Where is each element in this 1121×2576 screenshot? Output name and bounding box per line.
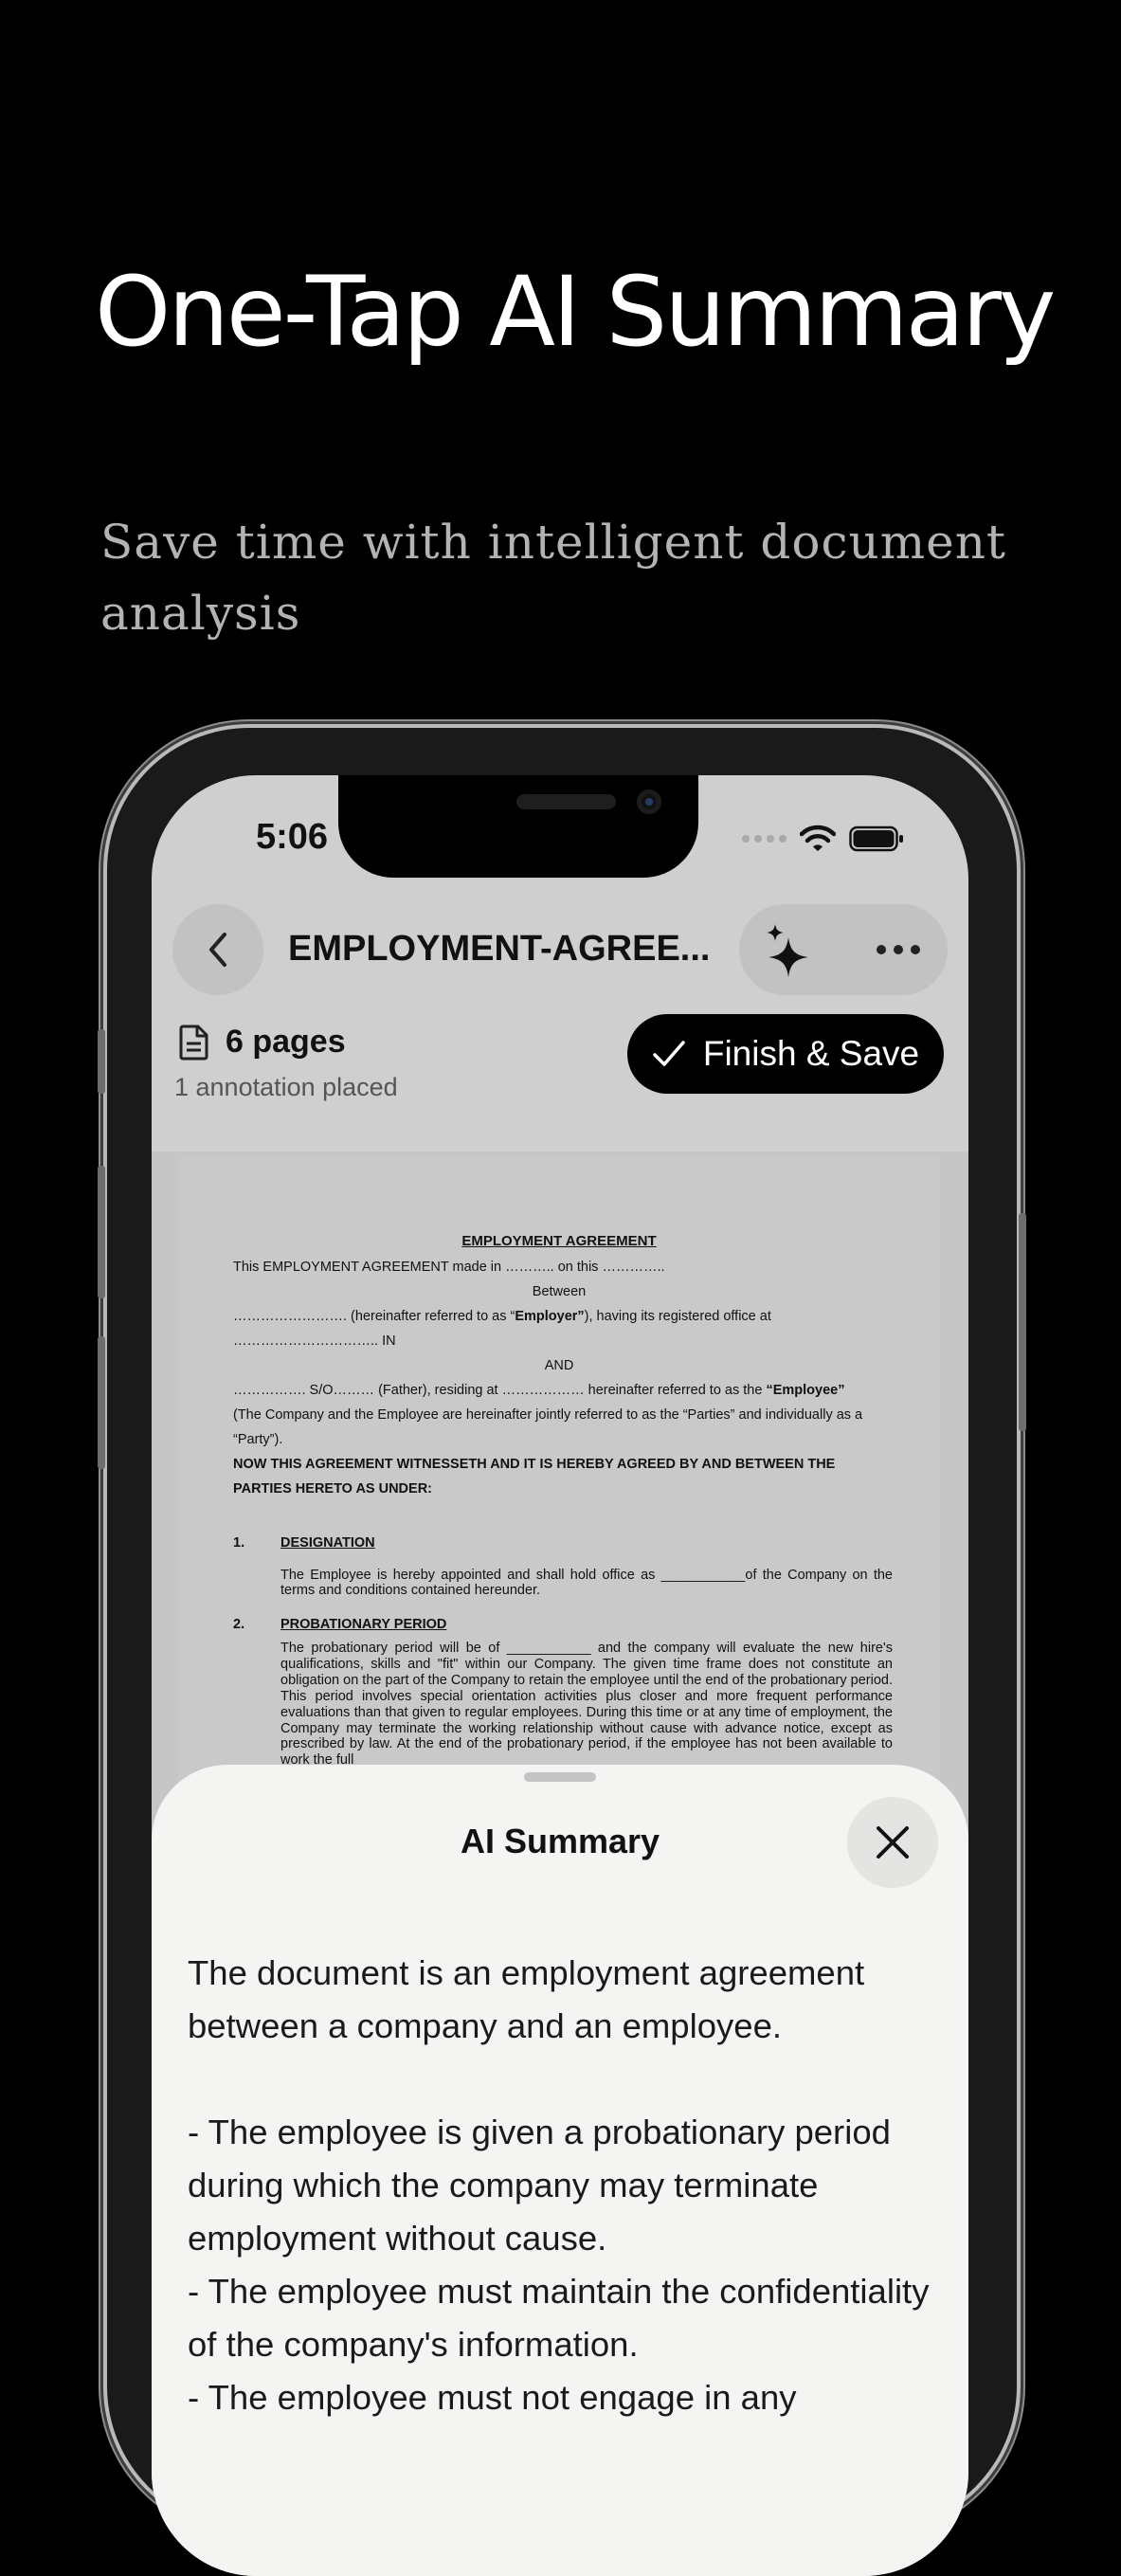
doc-line: (The Company and the Employee are herein… <box>233 1407 863 1423</box>
section-body: The Employee is hereby appointed and sha… <box>280 1568 893 1598</box>
doc-line: AND <box>544 1358 574 1373</box>
sheet-title: AI Summary <box>460 1822 660 1860</box>
doc-line: NOW THIS AGREEMENT WITNESSETH AND IT IS … <box>233 1457 836 1472</box>
doc-line: ………………………….. IN <box>233 1333 396 1349</box>
section-title: PROBATIONARY PERIOD <box>280 1617 447 1632</box>
more-options-button[interactable] <box>870 921 927 978</box>
phone-frame: 5:06 EMPLOYMENT-AGREE... 6 pages 1 annot… <box>98 728 1026 2576</box>
finish-save-label: Finish & Save <box>702 1034 920 1073</box>
earpiece-speaker <box>516 794 616 809</box>
summary-text: The document is an employment agreement … <box>188 1953 930 2417</box>
annotation-count: 1 annotation placed <box>174 1073 398 1101</box>
volume-up-button <box>98 1166 105 1298</box>
ai-summary-sheet: AI Summary The document is an employment… <box>152 1765 968 2576</box>
ai-summary-button[interactable] <box>760 921 817 978</box>
sparkles-icon <box>767 924 808 977</box>
document-toolbar: EMPLOYMENT-AGREE... <box>172 904 948 995</box>
silent-switch <box>98 1029 105 1094</box>
doc-heading: EMPLOYMENT AGREEMENT <box>461 1233 657 1249</box>
doc-line: Between <box>532 1284 587 1299</box>
hero-title: One-Tap AI Summary <box>95 256 1056 369</box>
toolbar-actions <box>739 904 948 995</box>
front-camera <box>637 789 661 814</box>
battery-icon <box>849 825 903 852</box>
doc-line: “Party”). <box>233 1432 283 1447</box>
doc-line: PARTIES HERETO AS UNDER: <box>233 1481 433 1497</box>
finish-save-button[interactable]: Finish & Save <box>627 1014 944 1094</box>
sheet-grabber[interactable] <box>524 1772 596 1782</box>
checkmark-icon <box>653 1041 685 1066</box>
close-button[interactable] <box>847 1797 938 1888</box>
section-title: DESIGNATION <box>280 1535 375 1551</box>
doc-line: ……………. S/O……… (Father), residing at …………… <box>233 1383 845 1398</box>
document-page-icon <box>179 1025 208 1061</box>
status-icons <box>742 825 904 853</box>
close-icon <box>877 1826 909 1859</box>
chevron-left-icon <box>209 933 226 967</box>
section-number: 1. <box>233 1535 245 1551</box>
wifi-icon <box>800 825 836 851</box>
document-title: EMPLOYMENT-AGREE... <box>288 929 711 969</box>
ellipsis-icon <box>877 945 920 954</box>
power-button <box>1019 1213 1026 1431</box>
doc-line: ……………………. (hereinafter referred to as “E… <box>233 1309 771 1324</box>
section-body: The probationary period will be of _____… <box>280 1641 893 1769</box>
section-number: 2. <box>233 1617 245 1632</box>
phone-screen: 5:06 EMPLOYMENT-AGREE... 6 pages 1 annot… <box>152 775 968 2576</box>
hero-subtitle: Save time with intelligent document anal… <box>100 515 1006 641</box>
cellular-signal-icon <box>742 835 787 843</box>
back-button[interactable] <box>172 904 263 995</box>
page-count: 6 pages <box>226 1024 346 1060</box>
volume-down-button <box>98 1336 105 1469</box>
status-time: 5:06 <box>256 817 329 857</box>
document-info-bar: 6 pages 1 annotation placed Finish & Sav… <box>152 1014 968 1153</box>
doc-line: This EMPLOYMENT AGREEMENT made in ……….. … <box>233 1260 665 1275</box>
